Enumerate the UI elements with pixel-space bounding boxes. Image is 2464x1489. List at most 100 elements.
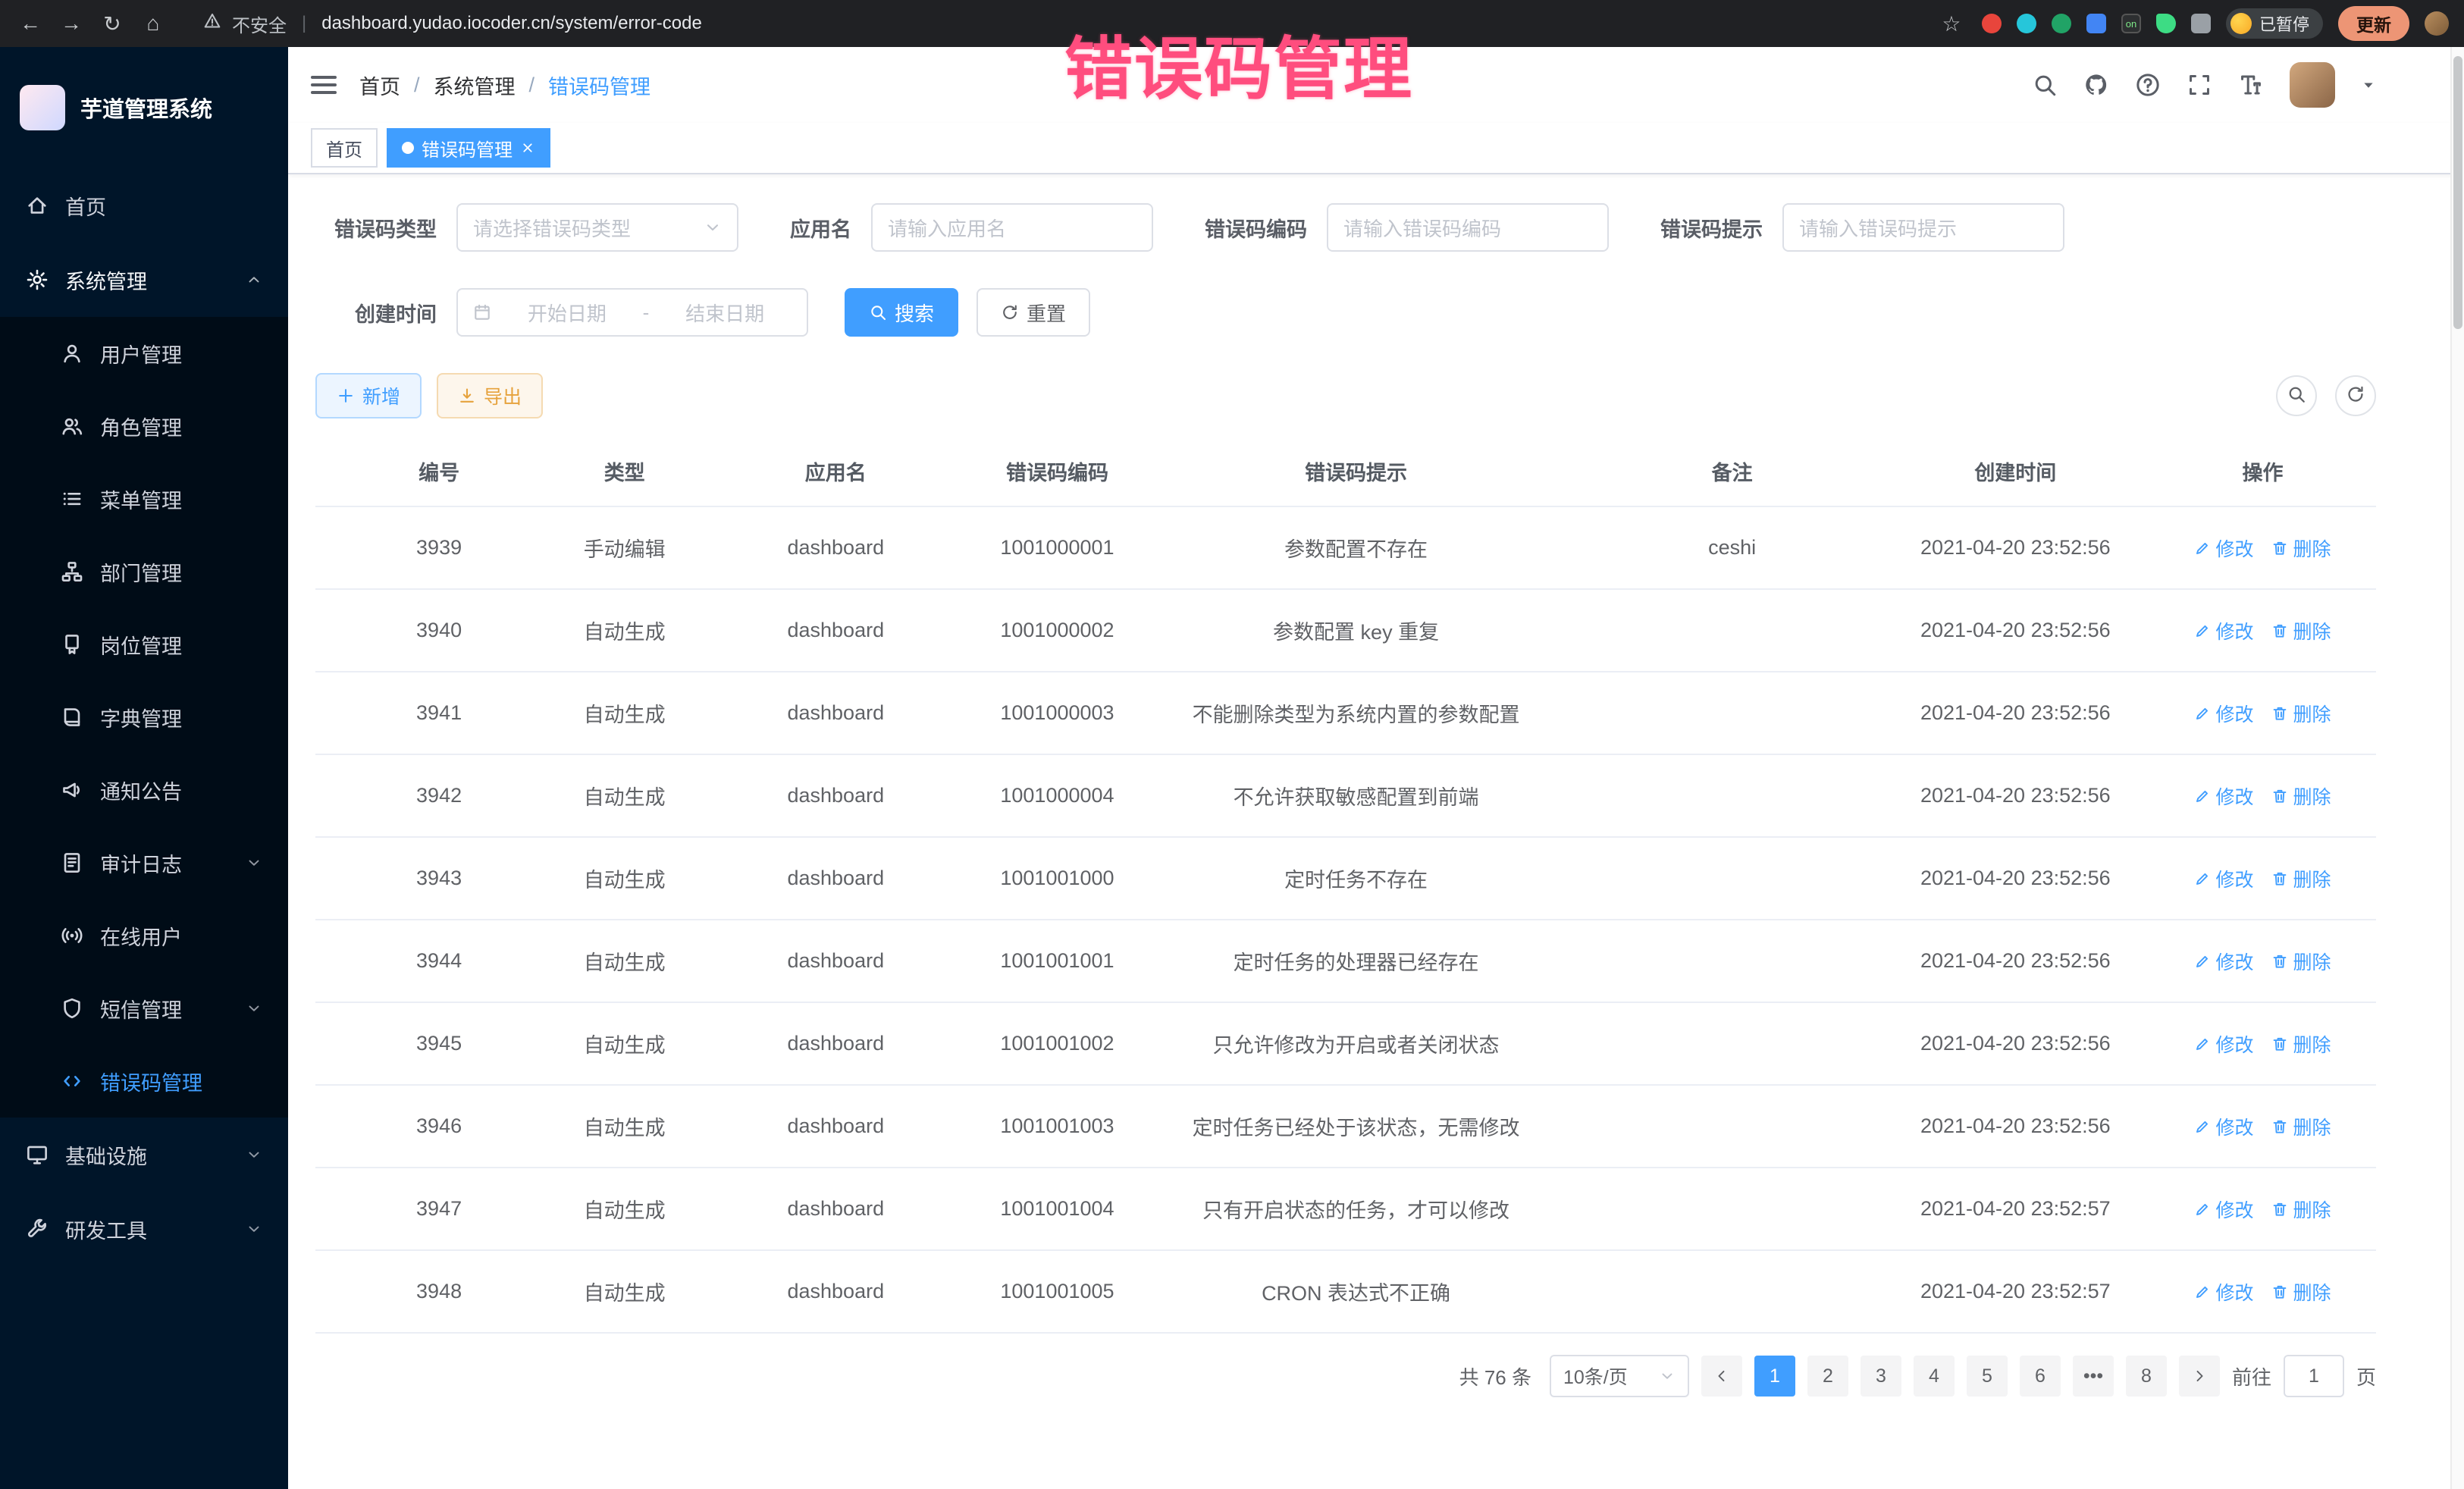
edit-link[interactable]: 修改	[2194, 617, 2253, 644]
sidebar-item-posts[interactable]: 岗位管理	[0, 608, 288, 681]
page-button[interactable]: 6	[2020, 1356, 2061, 1397]
search-button[interactable]: 搜索	[845, 288, 958, 337]
sidebar-item-users[interactable]: 用户管理	[0, 317, 288, 390]
page-button[interactable]: 4	[1914, 1356, 1955, 1397]
sidebar-item-dicts[interactable]: 字典管理	[0, 681, 288, 754]
edit-link[interactable]: 修改	[2194, 700, 2253, 727]
edit-link[interactable]: 修改	[2194, 1196, 2253, 1223]
help-icon[interactable]	[2135, 72, 2161, 98]
refresh-table-icon[interactable]	[2335, 375, 2376, 416]
scrollbar-thumb[interactable]	[2453, 56, 2462, 329]
extension-icon[interactable]	[2156, 14, 2176, 33]
cell-code: 1001001004	[985, 1168, 1129, 1250]
app-name-input[interactable]: 请输入应用名	[871, 203, 1153, 252]
paused-badge[interactable]: 已暂停	[2226, 8, 2323, 39]
sidebar-item-sms[interactable]: 短信管理	[0, 972, 288, 1045]
hamburger-menu-icon[interactable]	[311, 76, 337, 94]
export-button[interactable]: 导出	[437, 373, 543, 418]
table-row: 3939 手动编辑 dashboard 1001000001 参数配置不存在 c…	[315, 506, 2376, 589]
next-page-button[interactable]	[2179, 1356, 2220, 1397]
edit-link[interactable]: 修改	[2194, 782, 2253, 810]
page-button[interactable]: 5	[1967, 1356, 2008, 1397]
delete-link[interactable]: 删除	[2271, 700, 2331, 727]
reset-button[interactable]: 重置	[977, 288, 1090, 337]
delete-link[interactable]: 删除	[2271, 1278, 2331, 1306]
delete-link[interactable]: 删除	[2271, 948, 2331, 975]
breadcrumb-item-home[interactable]: 首页	[359, 71, 400, 100]
edit-link[interactable]: 修改	[2194, 1030, 2253, 1058]
goto-page-input[interactable]: 1	[2284, 1355, 2344, 1397]
close-icon[interactable]	[520, 140, 535, 155]
edit-link[interactable]: 修改	[2194, 948, 2253, 975]
book-icon	[61, 706, 83, 729]
update-button[interactable]: 更新	[2338, 6, 2409, 41]
delete-link[interactable]: 删除	[2271, 1196, 2331, 1223]
bookmark-star-icon[interactable]: ☆	[1936, 11, 1967, 36]
error-code-input[interactable]: 请输入错误码编码	[1327, 203, 1609, 252]
page-button[interactable]: 1	[1754, 1356, 1795, 1397]
cell-hint: 不允许获取敏感配置到前端	[1130, 754, 1583, 837]
user-avatar[interactable]	[2290, 62, 2335, 108]
sidebar-item-audit-logs[interactable]: 审计日志	[0, 826, 288, 899]
extension-icon[interactable]	[2017, 14, 2036, 33]
total-count: 共 76 条	[1459, 1362, 1531, 1390]
reload-icon[interactable]: ↻	[97, 11, 127, 36]
sidebar-item-devtools[interactable]: 研发工具	[0, 1192, 288, 1266]
delete-link[interactable]: 删除	[2271, 865, 2331, 892]
delete-link[interactable]: 删除	[2271, 617, 2331, 644]
sidebar-item-home[interactable]: 首页	[0, 168, 288, 243]
home-icon[interactable]: ⌂	[138, 11, 168, 36]
delete-link[interactable]: 删除	[2271, 782, 2331, 810]
sidebar-item-system[interactable]: 系统管理	[0, 243, 288, 317]
edit-link[interactable]: 修改	[2194, 865, 2253, 892]
sidebar-item-label: 系统管理	[65, 265, 147, 295]
delete-link[interactable]: 删除	[2271, 1113, 2331, 1140]
page-button[interactable]: 3	[1861, 1356, 1901, 1397]
sidebar-item-infrastructure[interactable]: 基础设施	[0, 1118, 288, 1192]
date-range-picker[interactable]: 开始日期 - 结束日期	[456, 288, 808, 337]
edit-link[interactable]: 修改	[2194, 534, 2253, 562]
caret-down-icon[interactable]	[2361, 77, 2376, 92]
sidebar-item-menus[interactable]: 菜单管理	[0, 462, 288, 535]
address-bar[interactable]: 不安全 | dashboard.yudao.iocoder.cn/system/…	[203, 11, 702, 37]
prev-page-button[interactable]	[1701, 1356, 1742, 1397]
extension-on-icon[interactable]: on	[2121, 14, 2141, 33]
breadcrumb-item-system[interactable]: 系统管理	[434, 71, 516, 100]
page-button[interactable]: 2	[1807, 1356, 1848, 1397]
sidebar-item-departments[interactable]: 部门管理	[0, 535, 288, 608]
add-button[interactable]: 新增	[315, 373, 422, 418]
browser-profile-avatar[interactable]	[2425, 11, 2449, 36]
extension-icon[interactable]	[2052, 14, 2071, 33]
sidebar-item-roles[interactable]: 角色管理	[0, 390, 288, 462]
sidebar-item-online-users[interactable]: 在线用户	[0, 899, 288, 972]
cell-ops: 修改删除	[2149, 920, 2376, 1002]
extension-icon[interactable]	[2191, 14, 2211, 33]
delete-link[interactable]: 删除	[2271, 534, 2331, 562]
font-size-icon[interactable]	[2238, 72, 2264, 98]
edit-link[interactable]: 修改	[2194, 1113, 2253, 1140]
search-icon[interactable]	[2032, 72, 2058, 98]
error-type-select[interactable]: 请选择错误码类型	[456, 203, 738, 252]
more-pages-button[interactable]: •••	[2073, 1356, 2114, 1397]
extension-icon[interactable]	[1982, 14, 2002, 33]
page-size-select[interactable]: 10条/页	[1550, 1355, 1689, 1397]
delete-link[interactable]: 删除	[2271, 1030, 2331, 1058]
forward-icon[interactable]: →	[56, 11, 86, 36]
page-button[interactable]: 8	[2126, 1356, 2167, 1397]
cell-app: dashboard	[686, 1002, 985, 1085]
tab-home[interactable]: 首页	[311, 128, 378, 168]
trash-icon	[2271, 540, 2288, 556]
page-scrollbar[interactable]	[2450, 47, 2464, 1489]
tab-error-code[interactable]: 错误码管理	[387, 128, 550, 168]
badge-icon	[61, 633, 83, 656]
error-hint-input[interactable]: 请输入错误码提示	[1782, 203, 2064, 252]
sidebar-item-notices[interactable]: 通知公告	[0, 754, 288, 826]
github-icon[interactable]	[2083, 72, 2109, 98]
fullscreen-icon[interactable]	[2187, 72, 2212, 98]
toggle-search-icon[interactable]	[2276, 375, 2317, 416]
edit-link[interactable]: 修改	[2194, 1278, 2253, 1306]
annotation-title: 错误码管理	[1064, 14, 1413, 112]
extension-icon[interactable]	[2086, 14, 2106, 33]
sidebar-item-error-codes[interactable]: 错误码管理	[0, 1045, 288, 1118]
back-icon[interactable]: ←	[15, 11, 45, 36]
